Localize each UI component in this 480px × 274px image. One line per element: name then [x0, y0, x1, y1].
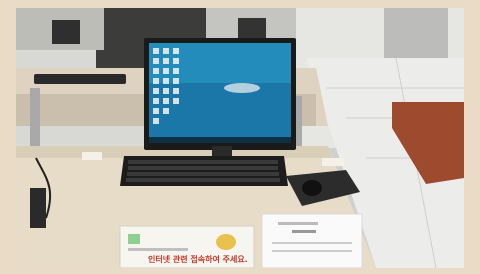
center-monitor-stand: [238, 18, 266, 40]
left-device: [30, 188, 46, 228]
left-monitor-stand: [52, 20, 80, 44]
sign-caption: 인터넷 관련 접속하여 주세요.: [148, 255, 248, 264]
photo-frame: 인터넷 관련 접속하여 주세요.: [0, 0, 480, 274]
scene: [16, 8, 464, 268]
right-cabinet: [384, 8, 448, 60]
taskbar: [149, 137, 291, 143]
back-keyboard: [34, 74, 126, 84]
monitor-neck: [212, 146, 232, 156]
desk-sticker: [82, 152, 102, 160]
left-arm-post: [30, 88, 40, 150]
photo: [16, 8, 464, 268]
swimmer: [224, 83, 260, 93]
sign-mascot: [216, 234, 236, 250]
mouse: [302, 180, 322, 196]
